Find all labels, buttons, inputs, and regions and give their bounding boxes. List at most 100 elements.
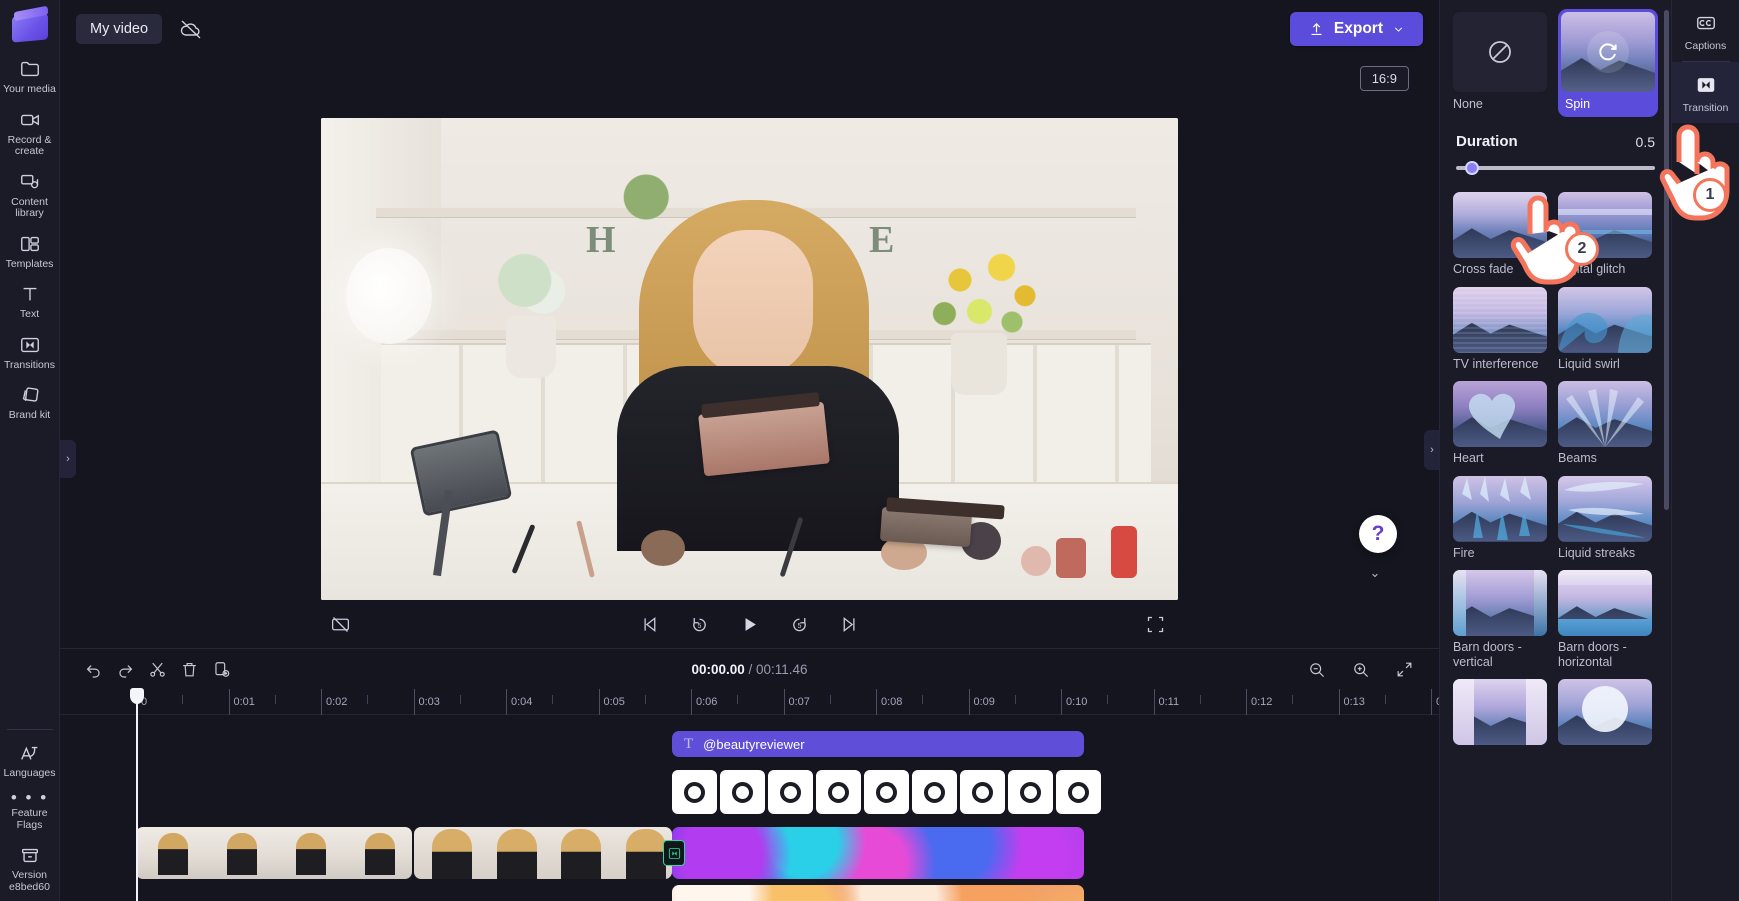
transition-option-label: Digital glitch xyxy=(1558,262,1626,276)
transition-option[interactable]: Barn doors - horizontal xyxy=(1558,570,1652,669)
transition-option-spin[interactable]: Spin xyxy=(1558,9,1658,117)
annotation-badge-1: 1 xyxy=(1693,178,1727,212)
timeline-video-clip-2[interactable] xyxy=(414,827,672,879)
timeline-video-clip-1[interactable] xyxy=(136,827,412,879)
sidebar-item-version[interactable]: Version e8bed60 xyxy=(0,836,60,901)
sidebar-item-brand-kit[interactable]: Brand kit xyxy=(0,376,60,427)
undo-button[interactable] xyxy=(78,654,108,684)
play-button[interactable] xyxy=(737,611,763,637)
ruler-tick-label: 0:02 xyxy=(326,696,348,708)
export-button[interactable]: Export xyxy=(1289,12,1423,46)
timeline-gradient-clip[interactable] xyxy=(672,827,1084,879)
transition-thumbnail xyxy=(1453,286,1547,353)
rewind-5-icon[interactable]: 5 xyxy=(687,611,713,637)
circle-sticker-icon xyxy=(972,781,993,803)
sidebar-item-templates[interactable]: Templates xyxy=(0,225,60,276)
redo-button[interactable] xyxy=(110,654,140,684)
transition-option[interactable]: TV interference xyxy=(1453,286,1547,372)
split-button[interactable] xyxy=(142,654,172,684)
sidebar-item-text[interactable]: Text xyxy=(0,275,60,326)
duration-slider[interactable] xyxy=(1456,160,1655,176)
transition-thumbnail xyxy=(1453,475,1547,542)
transition-option-label: Liquid swirl xyxy=(1558,356,1620,371)
transition-thumbnail xyxy=(1558,570,1652,636)
ruler-tick-label: 0:12 xyxy=(1251,696,1273,708)
sidebar-item-languages[interactable]: Languages xyxy=(0,734,60,785)
transition-option[interactable]: Cross fade xyxy=(1453,192,1547,277)
ruler-tick: 0:05 xyxy=(598,689,625,715)
timeline-sticker-clip[interactable] xyxy=(672,770,1101,814)
duration-label: Duration xyxy=(1456,133,1518,150)
playhead-handle[interactable] xyxy=(130,688,144,704)
transition-thumbnail xyxy=(1558,475,1652,542)
right-rail-item-transition[interactable]: Transition xyxy=(1672,62,1739,123)
fullscreen-icon[interactable] xyxy=(1142,611,1168,637)
transition-option[interactable]: Barn doors - vertical xyxy=(1453,570,1547,669)
ruler-tick: 0:14 xyxy=(1431,689,1457,715)
transition-thumbnail xyxy=(1453,570,1547,636)
center-area: My video Export 16:9 H E 5 5 00:00.00 / … xyxy=(60,0,1457,901)
sidebar-item-your-media[interactable]: Your media xyxy=(0,50,60,101)
ruler-tick-label: 0:03 xyxy=(418,696,440,708)
transition-option[interactable] xyxy=(1453,679,1547,749)
sidebar-item-label: Templates xyxy=(5,257,54,270)
sidebar-item-feature-flags[interactable]: • • • Feature Flags xyxy=(0,784,60,836)
transition-option[interactable]: Fire xyxy=(1453,475,1547,561)
transitions-scrollbar[interactable] xyxy=(1664,10,1669,510)
video-preview[interactable]: H M E xyxy=(321,118,1178,600)
clip-thumbnail xyxy=(343,827,412,879)
zoom-out-button[interactable] xyxy=(1301,654,1331,684)
transition-thumbnail xyxy=(1453,381,1547,447)
transition-option-label: TV interference xyxy=(1453,356,1539,371)
duplicate-button[interactable] xyxy=(206,654,236,684)
ruler-minor-tick xyxy=(1014,695,1016,704)
transition-option[interactable] xyxy=(1558,679,1652,749)
ellipsis-icon: • • • xyxy=(10,788,49,807)
transition-option[interactable]: Heart xyxy=(1453,381,1547,466)
transition-option[interactable]: Liquid streaks xyxy=(1558,475,1652,561)
timeline-tracks: T @beautyreviewer xyxy=(60,715,1439,901)
delete-button[interactable] xyxy=(174,654,204,684)
ruler-tick-label: 0:09 xyxy=(973,696,995,708)
transition-option-label: Spin xyxy=(1565,97,1591,111)
transitions-icon xyxy=(18,333,42,357)
sticker-thumbnail xyxy=(1056,770,1101,814)
transition-thumbnail xyxy=(1561,12,1655,92)
app-logo[interactable] xyxy=(8,6,52,50)
clip-thumbnail xyxy=(414,827,479,879)
timeline-playhead[interactable] xyxy=(130,688,144,901)
transition-option-label: Cross fade xyxy=(1453,262,1514,276)
cloud-off-icon[interactable] xyxy=(178,16,204,42)
transition-marker[interactable] xyxy=(663,840,685,866)
timeline-ruler[interactable]: 0 0:01 0:02 0:03 0:04 0:05 0:06 0:07 0:08 0:09 0:1… xyxy=(60,688,1457,901)
fit-screen-button[interactable] xyxy=(1389,654,1419,684)
sidebar-item-record-create[interactable]: Record & create xyxy=(0,101,60,163)
ruler-tick: 0:10 xyxy=(1061,689,1087,715)
right-rail-item-captions[interactable]: Captions xyxy=(1672,0,1739,61)
closed-caption-off-icon[interactable] xyxy=(327,611,353,637)
transition-option-label: Heart xyxy=(1453,451,1484,465)
panel-collapse-button[interactable]: › xyxy=(1424,430,1440,470)
transition-option-none[interactable]: None xyxy=(1453,12,1547,117)
transition-option[interactable]: Liquid swirl xyxy=(1558,286,1652,372)
timeline-text-clip[interactable]: T @beautyreviewer xyxy=(672,731,1084,757)
sidebar-item-content-library[interactable]: Content library xyxy=(0,163,60,225)
timeline-overlay-clip[interactable] xyxy=(672,885,1084,901)
skip-next-icon[interactable] xyxy=(837,611,863,637)
forward-5-icon[interactable]: 5 xyxy=(787,611,813,637)
zoom-in-button[interactable] xyxy=(1345,654,1375,684)
transition-option[interactable]: Beams xyxy=(1558,381,1652,466)
help-button[interactable]: ? xyxy=(1359,515,1397,553)
circle-sticker-icon xyxy=(684,781,705,803)
skip-previous-icon[interactable] xyxy=(637,611,663,637)
sidebar-expand-button[interactable]: › xyxy=(60,440,76,478)
sidebar-item-transitions[interactable]: Transitions xyxy=(0,326,60,377)
project-name-button[interactable]: My video xyxy=(76,14,163,44)
ruler-tick: 0:01 xyxy=(228,689,255,715)
aspect-ratio-button[interactable]: 16:9 xyxy=(1359,66,1409,91)
sticker-thumbnail xyxy=(720,770,765,814)
sticker-thumbnail xyxy=(816,770,861,814)
help-collapse-button[interactable]: ⌄ xyxy=(1353,563,1397,583)
slider-handle[interactable] xyxy=(1464,161,1479,175)
circle-sticker-icon xyxy=(1020,781,1041,803)
